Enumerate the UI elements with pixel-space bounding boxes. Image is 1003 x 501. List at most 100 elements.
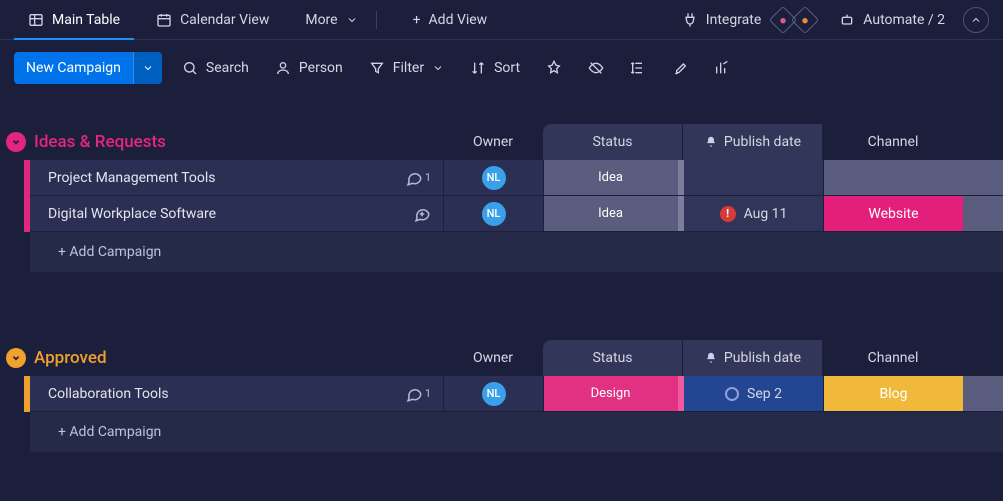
item-name-cell[interactable]: Collaboration Tools 1 [30, 376, 443, 412]
date-label: Sep 2 [747, 386, 782, 402]
owner-cell[interactable]: NL [443, 196, 543, 232]
open-conversation-button[interactable]: 1 [405, 169, 431, 187]
row-end-cell [963, 376, 1003, 412]
row-height-icon [630, 60, 646, 76]
add-item-button[interactable]: + Add Campaign [30, 232, 1003, 272]
channel-cell[interactable]: Website [823, 196, 963, 232]
bell-icon [704, 351, 718, 365]
status-label: Design [591, 386, 631, 401]
channel-label: Blog [880, 386, 908, 402]
group-collapse-toggle[interactable] [6, 132, 26, 152]
publish-date-cell[interactable] [683, 160, 823, 196]
pin-icon [546, 60, 562, 76]
status-resize-handle[interactable] [678, 376, 684, 411]
item-name: Project Management Tools [48, 170, 216, 186]
plus-icon: + [413, 12, 421, 28]
status-cell[interactable]: Design [543, 376, 683, 412]
channel-label: Website [868, 206, 918, 222]
group-title[interactable]: Approved [34, 348, 107, 368]
column-header-owner[interactable]: Owner [443, 134, 543, 150]
color-button[interactable] [666, 56, 694, 80]
integrate-button[interactable]: Integrate [676, 10, 822, 30]
avatar: NL [482, 166, 506, 190]
sort-icon [470, 60, 486, 76]
new-campaign-dropdown[interactable] [133, 52, 162, 84]
tab-label: Main Table [52, 12, 120, 28]
chat-add-icon [413, 205, 431, 223]
status-cell[interactable]: Idea [543, 160, 683, 196]
owner-cell[interactable]: NL [443, 160, 543, 196]
integration-badge-2 [791, 5, 819, 33]
chevron-down-icon [142, 62, 154, 74]
filter-icon [369, 60, 385, 76]
tab-calendar-view[interactable]: Calendar View [142, 0, 283, 39]
search-label: Search [206, 60, 249, 76]
avatar: NL [482, 382, 506, 406]
new-campaign-label: New Campaign [26, 60, 121, 76]
tab-add-view[interactable]: + Add View [399, 0, 502, 39]
pin-button[interactable] [540, 56, 568, 80]
calendar-icon [156, 12, 172, 28]
channel-cell[interactable]: Blog [823, 376, 963, 412]
column-header-status[interactable]: Status [543, 124, 683, 160]
sort-button[interactable]: Sort [464, 56, 526, 80]
chevron-down-icon [11, 137, 21, 147]
chart-edit-icon [714, 60, 730, 76]
table-icon [28, 12, 44, 28]
tab-main-table[interactable]: Main Table [14, 0, 134, 39]
item-name-cell[interactable]: Digital Workplace Software [30, 196, 443, 232]
add-item-button[interactable]: + Add Campaign [30, 412, 1003, 452]
chevron-up-icon [970, 14, 982, 26]
chevron-down-icon [346, 14, 358, 26]
sort-label: Sort [494, 60, 520, 76]
tab-label: More [305, 12, 337, 28]
item-name-cell[interactable]: Project Management Tools 1 [30, 160, 443, 196]
status-cell[interactable]: Idea [543, 196, 683, 232]
filter-label: Filter [393, 60, 424, 76]
automate-button[interactable]: Automate / 2 [833, 12, 951, 28]
search-button[interactable]: Search [176, 56, 255, 80]
height-button[interactable] [624, 56, 652, 80]
eye-off-icon [588, 60, 604, 76]
new-campaign-button[interactable]: New Campaign [14, 52, 162, 84]
paint-icon [672, 60, 688, 76]
filter-button[interactable]: Filter [363, 56, 450, 80]
column-header-status[interactable]: Status [543, 340, 683, 376]
row-end-cell [963, 196, 1003, 232]
item-name: Digital Workplace Software [48, 206, 216, 222]
tab-label: Calendar View [180, 12, 269, 28]
robot-icon [839, 12, 855, 28]
edit-chart-button[interactable] [708, 56, 736, 80]
column-header-channel[interactable]: Channel [823, 350, 963, 366]
group-title[interactable]: Ideas & Requests [34, 132, 166, 152]
status-circle-icon [725, 387, 739, 401]
column-header-channel[interactable]: Channel [823, 134, 963, 150]
group-collapse-toggle[interactable] [6, 348, 26, 368]
chevron-down-icon [432, 62, 444, 74]
chat-icon [405, 169, 423, 187]
owner-cell[interactable]: NL [443, 376, 543, 412]
publish-date-cell[interactable]: !Aug 11 [683, 196, 823, 232]
column-header-owner[interactable]: Owner [443, 350, 543, 366]
separator [376, 11, 377, 29]
status-resize-handle[interactable] [678, 196, 684, 231]
collapse-topbar-button[interactable] [963, 7, 989, 33]
column-header-publish-date[interactable]: Publish date [683, 340, 823, 376]
person-icon [275, 60, 291, 76]
hide-button[interactable] [582, 56, 610, 80]
publish-date-cell[interactable]: Sep 2 [683, 376, 823, 412]
chat-icon [405, 385, 423, 403]
chevron-down-icon [11, 353, 21, 363]
status-label: Idea [598, 170, 623, 185]
column-header-publish-date[interactable]: Publish date [683, 124, 823, 160]
tab-label: Add View [429, 12, 488, 28]
tab-more[interactable]: More [291, 0, 390, 39]
status-resize-handle[interactable] [678, 160, 684, 195]
channel-cell[interactable] [823, 160, 963, 196]
new-campaign-main[interactable]: New Campaign [14, 52, 133, 84]
person-filter-button[interactable]: Person [269, 56, 349, 80]
row-end-cell [963, 160, 1003, 196]
open-conversation-button[interactable] [413, 205, 431, 223]
integration-badges [773, 10, 815, 30]
open-conversation-button[interactable]: 1 [405, 385, 431, 403]
